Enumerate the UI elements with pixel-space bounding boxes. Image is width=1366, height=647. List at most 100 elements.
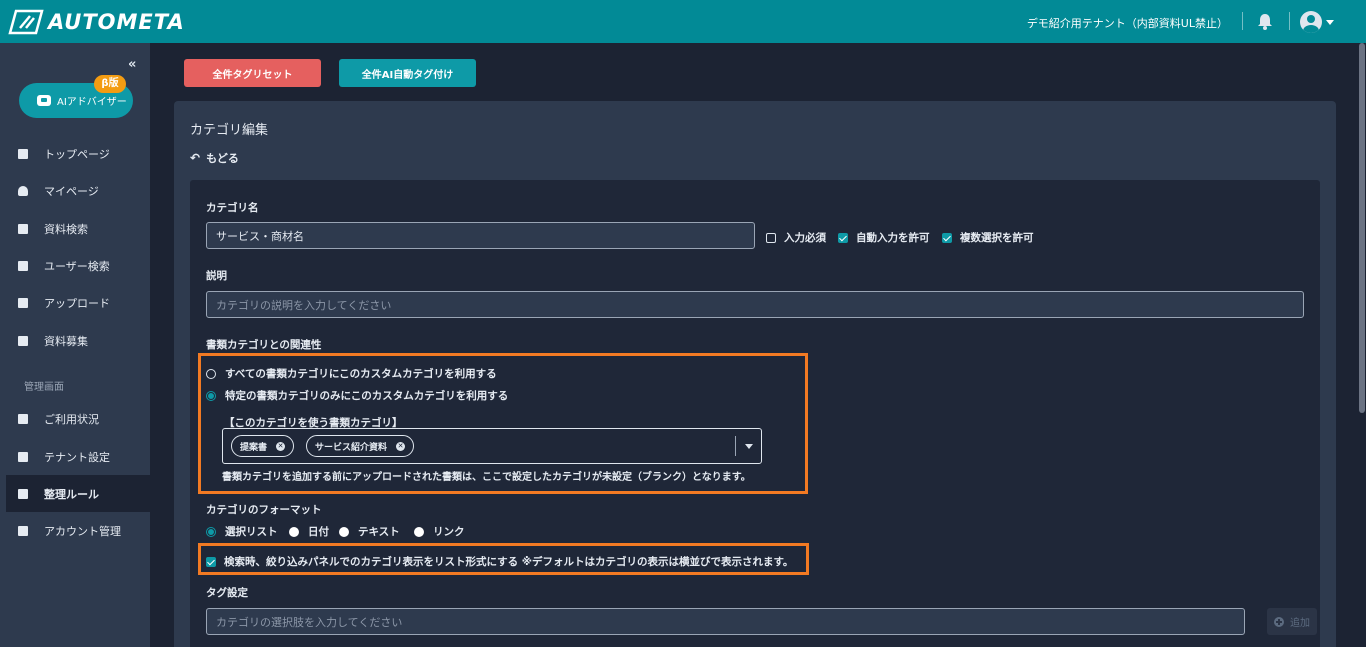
relation-option-specific[interactable]: 特定の書類カテゴリのみにこのカスタムカテゴリを利用する <box>206 388 508 403</box>
sidebar-item-label: テナント設定 <box>44 450 110 464</box>
file-icon <box>18 335 28 346</box>
multi-select-label: 複数選択を許可 <box>960 232 1034 244</box>
page-scrollbar[interactable] <box>1358 43 1366 647</box>
chevron-down-icon <box>1326 19 1334 25</box>
auto-input-label: 自動入力を許可 <box>856 232 930 244</box>
upload-file-icon <box>18 297 28 308</box>
doc-category-chip[interactable]: サービス紹介資料 ✕ <box>306 435 415 457</box>
sidebar-item-label: トップページ <box>44 147 110 161</box>
required-checkbox[interactable]: 入力必須 <box>766 230 826 245</box>
sidebar-item-label: マイページ <box>44 184 99 198</box>
checkbox-checked-icon <box>942 232 952 243</box>
chart-icon <box>18 451 28 462</box>
auto-input-checkbox[interactable]: 自動入力を許可 <box>838 230 930 245</box>
sidebar-item-label: 資料検索 <box>44 222 88 236</box>
description-label: 説明 <box>206 270 227 282</box>
sidebar-item-user-search[interactable]: ユーザー検索 <box>0 247 150 284</box>
sidebar-item-search[interactable]: 資料検索 <box>0 210 150 247</box>
beta-badge: β版 <box>94 75 126 93</box>
category-name-input[interactable]: サービス・商材名 <box>206 222 755 249</box>
chevron-down-icon[interactable] <box>745 444 753 449</box>
ai-advisor-label: AIアドバイザー <box>57 97 127 108</box>
plus-circle-icon <box>1274 616 1284 627</box>
avatar-icon <box>1300 11 1322 33</box>
sidebar-item-label: 整理ルール <box>44 487 99 501</box>
doc-category-note: 書類カテゴリを追加する前にアップロードされた書類は、ここで設定したカテゴリが未設… <box>222 472 751 483</box>
sidebar-item-usage[interactable]: ご利用状況 <box>0 400 150 437</box>
relation-option-all-label: すべての書類カテゴリにこのカスタムカテゴリを利用する <box>225 368 497 380</box>
chip-label: 提案書 <box>240 442 268 453</box>
checkbox-checked-icon <box>838 232 848 243</box>
radio-icon <box>339 526 349 537</box>
top-divider <box>1289 12 1290 30</box>
format-option-label: テキスト <box>358 526 400 538</box>
store-icon <box>18 148 28 159</box>
checkbox-icon <box>766 232 776 243</box>
user-menu[interactable] <box>1300 11 1334 33</box>
admin-section-heading: 管理画面 <box>24 382 64 393</box>
scrollbar-thumb[interactable] <box>1359 43 1365 413</box>
sidebar-item-label: ユーザー検索 <box>44 259 110 273</box>
tenant-name[interactable]: デモ紹介用テナント（内部資料UL禁止） <box>1027 15 1228 31</box>
format-label: カテゴリのフォーマット <box>206 504 322 516</box>
sidebar-item-upload[interactable]: アップロード <box>0 284 150 321</box>
radio-selected-icon <box>206 526 216 537</box>
sidebar-item-rules[interactable]: 整理ルール <box>6 475 150 512</box>
list-display-label: 検索時、絞り込みパネルでのカテゴリ表示をリスト形式にする ※デフォルトはカテゴリ… <box>224 556 794 568</box>
list-display-checkbox[interactable]: 検索時、絞り込みパネルでのカテゴリ表示をリスト形式にする ※デフォルトはカテゴリ… <box>206 554 793 569</box>
format-option-text[interactable]: テキスト <box>339 524 400 539</box>
sidebar-item-label: ご利用状況 <box>44 412 99 426</box>
sidebar-item-mypage[interactable]: マイページ <box>0 172 150 209</box>
undo-arrow-icon: ↶ <box>190 151 201 165</box>
top-divider <box>1242 12 1243 30</box>
doc-category-select[interactable]: 提案書 ✕ サービス紹介資料 ✕ <box>222 428 762 464</box>
remove-chip-icon[interactable]: ✕ <box>276 441 286 451</box>
radio-icon <box>289 526 299 537</box>
relation-option-all[interactable]: すべての書類カテゴリにこのカスタムカテゴリを利用する <box>206 366 497 381</box>
page-title: カテゴリ編集 <box>190 123 269 138</box>
doc-category-chip[interactable]: 提案書 ✕ <box>231 435 295 457</box>
ai-auto-tag-button[interactable]: 全件AI自動タグ付け <box>339 59 476 87</box>
category-edit-panel: カテゴリ編集 ↶ もどる カテゴリ名 サービス・商材名 入力必須 自動入力を許可… <box>174 101 1336 647</box>
logo[interactable]: AUTOMETA <box>8 9 185 35</box>
category-name-label: カテゴリ名 <box>206 202 259 214</box>
id-card-icon <box>18 525 28 536</box>
back-label: もどる <box>206 152 239 165</box>
tag-settings-label: タグ設定 <box>206 587 248 599</box>
sidebar-item-top[interactable]: トップページ <box>0 135 150 172</box>
back-link[interactable]: ↶ もどる <box>190 150 239 166</box>
sidebar-item-label: アップロード <box>44 296 110 310</box>
multi-select-checkbox[interactable]: 複数選択を許可 <box>942 230 1034 245</box>
format-option-label: リンク <box>433 526 465 538</box>
radio-icon <box>206 368 216 379</box>
logo-mark-icon <box>8 9 44 35</box>
description-input[interactable]: カテゴリの説明を入力してください <box>206 291 1304 318</box>
tools-icon <box>18 488 28 499</box>
document-search-icon <box>18 223 28 234</box>
format-option-label: 選択リスト <box>225 526 278 538</box>
user-search-icon <box>18 260 28 271</box>
radio-icon <box>414 526 424 537</box>
sidebar-item-label: アカウント管理 <box>44 524 121 538</box>
sidebar-item-tenant[interactable]: テナント設定 <box>0 438 150 475</box>
format-option-label: 日付 <box>308 526 329 538</box>
relation-label: 書類カテゴリとの関連性 <box>206 339 322 351</box>
collapse-sidebar-icon[interactable]: « <box>128 57 136 72</box>
sidebar-item-accounts[interactable]: アカウント管理 <box>0 512 150 549</box>
chip-label: サービス紹介資料 <box>315 442 388 453</box>
logo-text: AUTOMETA <box>48 10 185 34</box>
format-option-date[interactable]: 日付 <box>289 524 329 539</box>
checkbox-checked-icon <box>206 556 216 567</box>
add-tag-button[interactable]: 追加 <box>1267 608 1317 635</box>
bell-icon[interactable] <box>1257 13 1273 30</box>
reset-all-tags-button[interactable]: 全件タグリセット <box>184 59 321 87</box>
user-icon <box>18 185 28 196</box>
tag-input[interactable]: カテゴリの選択肢を入力してください <box>206 608 1245 635</box>
sidebar-item-request[interactable]: 資料募集 <box>0 322 150 359</box>
format-option-list[interactable]: 選択リスト <box>206 524 278 539</box>
remove-chip-icon[interactable]: ✕ <box>396 441 406 451</box>
relation-option-specific-label: 特定の書類カテゴリのみにこのカスタムカテゴリを利用する <box>225 390 509 402</box>
top-bar: AUTOMETA デモ紹介用テナント（内部資料UL禁止） <box>0 0 1366 43</box>
select-divider <box>735 436 736 456</box>
format-option-link[interactable]: リンク <box>414 524 465 539</box>
